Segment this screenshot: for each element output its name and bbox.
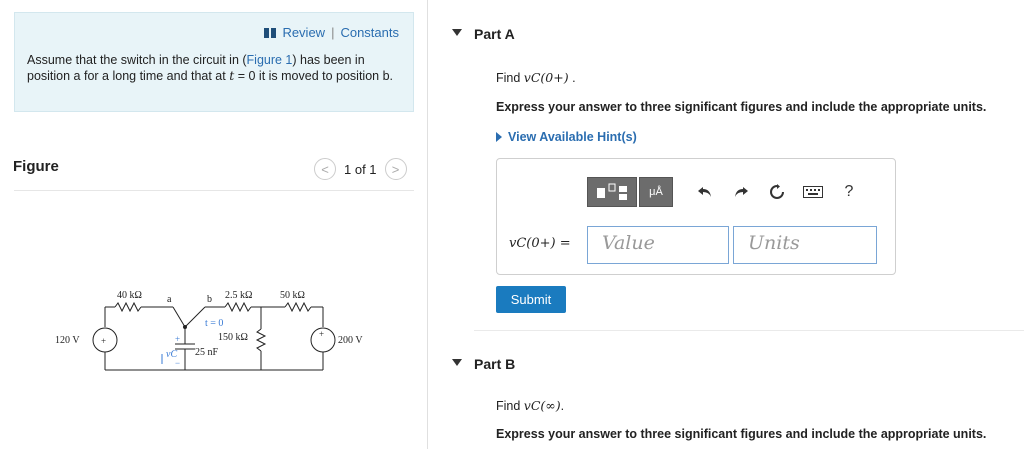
pager-text: 1 of 1 [344,161,377,177]
prev-figure-button[interactable]: < [314,158,336,180]
figure-heading: Figure [13,158,59,175]
part-b-instruction: Express your answer to three significant… [496,427,987,441]
keyboard-icon[interactable] [795,177,831,207]
units-icon-text: μÅ [649,186,663,198]
problem-statement: Assume that the switch in the circuit in… [27,53,401,84]
v2-plus: + [319,329,324,339]
undo-icon[interactable] [687,177,723,207]
find-prefix: Find [496,71,524,85]
v1-plus: + [101,336,106,346]
part-a-question: Find vC(0+) . [496,70,576,85]
figure-link[interactable]: Figure 1 [247,53,293,67]
r4-label: 150 kΩ [218,332,248,343]
constants-link[interactable]: Constants [340,25,399,40]
node-a-label: a [167,294,172,305]
question-panel: Part A Find vC(0+) . Express your answer… [429,0,1024,449]
circuit-diagram: 40 kΩ a b 2.5 kΩ 50 kΩ t = 0 150 kΩ 25 n… [55,290,363,371]
part-b-question: Find vC(∞). [496,398,564,413]
book-icon [264,27,277,38]
r3-label: 50 kΩ [280,290,305,301]
find-suffix: . [560,399,565,413]
v1-label: 120 V [55,335,80,346]
intro-text-1: Assume that the switch in the circuit in… [27,53,247,67]
v2-label: 200 V [338,335,363,346]
collapse-caret-icon[interactable] [452,359,462,366]
cap-minus: − [175,358,180,368]
next-figure-button[interactable]: > [384,158,407,180]
r2-label: 2.5 kΩ [225,290,252,301]
find-suffix: . [568,71,576,85]
part-divider [474,330,1024,331]
part-a-title: Part A [474,26,515,42]
review-link[interactable]: Review [282,25,325,40]
equation-label: vC(0+) = [509,236,571,251]
expand-caret-icon [496,132,502,142]
submit-button[interactable]: Submit [496,286,566,313]
problem-intro-box: Review | Constants Assume that the switc… [14,12,414,112]
part-a-instruction: Express your answer to three significant… [496,100,987,114]
r1-label: 40 kΩ [117,290,142,301]
help-button[interactable]: ? [831,177,867,207]
review-constants-bar: Review | Constants [264,25,399,40]
template-icon[interactable] [587,177,637,207]
intro-text-3: = 0 it is moved to position b. [234,69,394,83]
separator: | [331,25,335,40]
hint-label: View Available Hint(s) [508,130,637,144]
switch-time-label: t = 0 [205,318,223,329]
view-hints-link[interactable]: View Available Hint(s) [496,130,637,144]
reset-icon[interactable] [759,177,795,207]
problem-panel: Review | Constants Assume that the switc… [0,0,428,449]
answer-toolbar: μÅ ? [587,177,867,207]
figure-pager: < 1 of 1 > [314,158,407,180]
find-expression: vC(∞) [523,398,561,413]
node-b-label: b [207,294,212,305]
part-a-header[interactable]: Part A [452,26,515,42]
answer-box: μÅ ? vC(0+) = Value Units [496,158,896,275]
part-b-header[interactable]: Part B [452,356,516,372]
find-expression: vC(0+) [523,70,569,85]
units-input[interactable]: Units [733,226,877,264]
value-input[interactable]: Value [587,226,729,264]
units-symbol-button[interactable]: μÅ [639,177,673,207]
help-icon: ? [844,183,854,200]
figure-divider [14,190,414,191]
redo-icon[interactable] [723,177,759,207]
cap-plus: + [175,334,180,344]
cap-label: 25 nF [195,347,219,358]
part-b-title: Part B [474,356,516,372]
collapse-caret-icon[interactable] [452,29,462,36]
find-prefix: Find [496,399,524,413]
